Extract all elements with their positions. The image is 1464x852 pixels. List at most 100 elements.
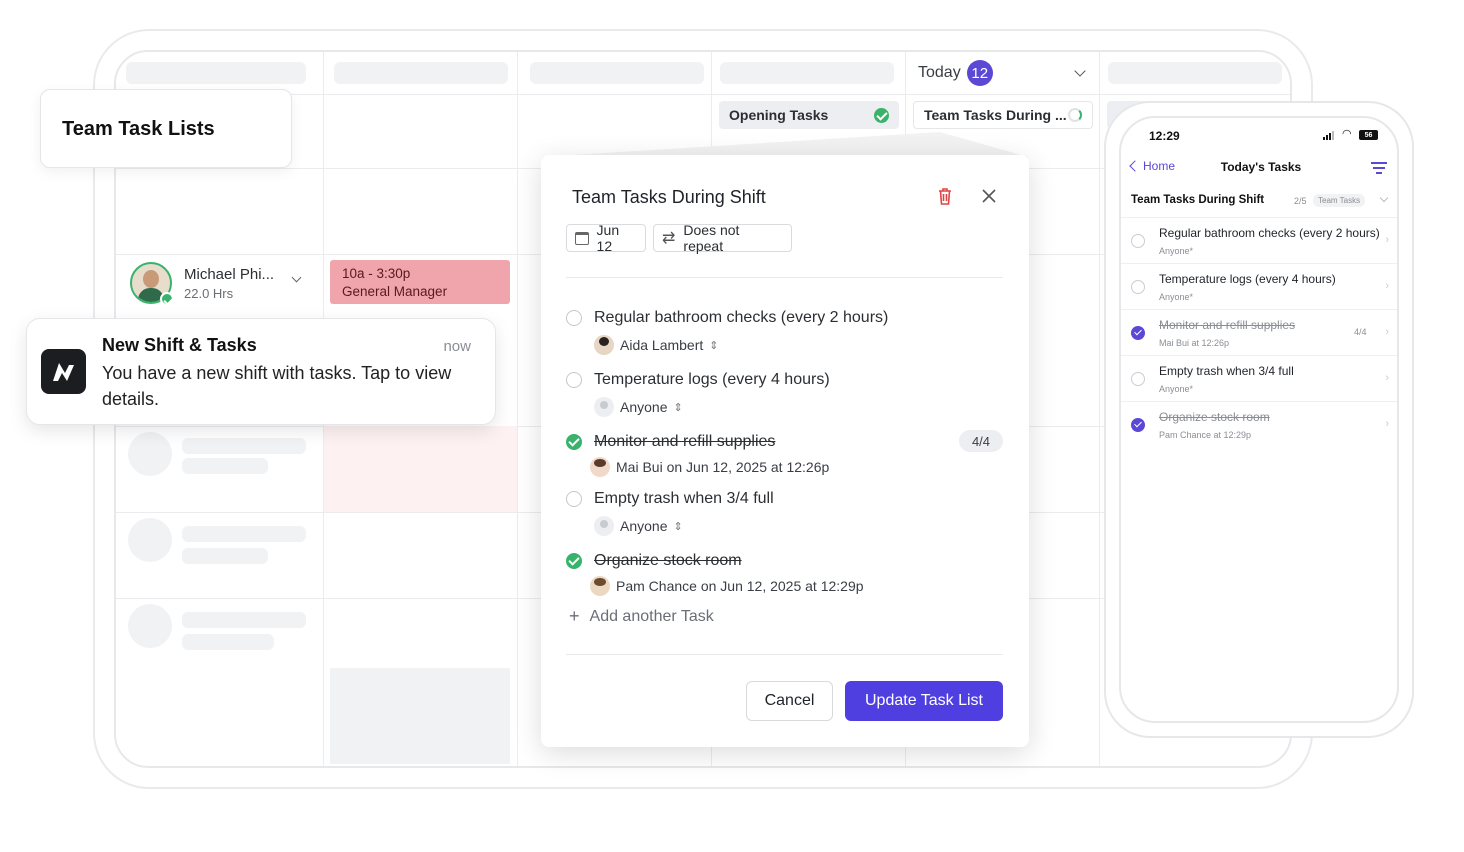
task-title: Organize stock room xyxy=(594,552,742,569)
task-sub: Anyone* xyxy=(1159,384,1194,394)
list-count: 2/5 xyxy=(1294,196,1307,206)
task-count-badge: 4/4 xyxy=(959,430,1003,452)
close-icon[interactable] xyxy=(981,188,997,204)
list-tag: Team Tasks xyxy=(1313,194,1366,207)
task-list-header[interactable]: Team Tasks During Shift 2/5 Team Tasks xyxy=(1121,184,1397,218)
task-sub: Anyone* xyxy=(1159,292,1194,302)
wifi-icon: ◠ xyxy=(1342,128,1352,140)
employee-name[interactable]: Michael Phi... xyxy=(184,266,274,283)
avatar xyxy=(594,335,614,355)
notification-body: You have a new shift with tasks. Tap to … xyxy=(102,363,452,409)
app-logo-icon xyxy=(41,349,86,394)
assignee-name: Anyone xyxy=(620,518,668,534)
task-checkbox[interactable] xyxy=(1131,372,1145,386)
task-assignee[interactable]: Aida Lambert ⇕ xyxy=(594,335,719,355)
task-item[interactable]: Organize stock room xyxy=(566,552,742,570)
modal-pointer xyxy=(540,132,1028,157)
opening-tasks-chip[interactable]: Opening Tasks xyxy=(719,101,899,129)
task-checkbox[interactable] xyxy=(566,491,582,507)
date-value: Jun 12 xyxy=(596,222,620,254)
progress-ring-icon xyxy=(1068,108,1082,122)
task-sub: Anyone* xyxy=(1159,246,1194,256)
phone-task-row[interactable]: Monitor and refill supplies Mai Bui at 1… xyxy=(1121,310,1397,356)
add-task-button[interactable]: + Add another Task xyxy=(569,606,714,627)
plus-icon: + xyxy=(569,606,580,626)
sort-icon: ⇕ xyxy=(673,401,683,414)
task-title: Temperature logs (every 4 hours) xyxy=(594,371,830,388)
battery-level: 56 xyxy=(1364,131,1373,139)
chevron-down-icon xyxy=(1379,193,1389,203)
avatar xyxy=(594,516,614,536)
task-checkbox[interactable] xyxy=(1131,280,1145,294)
repeat-pill[interactable]: ⇄ Does not repeat xyxy=(653,222,792,254)
task-item[interactable]: Regular bathroom checks (every 2 hours) xyxy=(566,309,888,327)
avatar xyxy=(590,457,610,477)
employee-hours: 22.0 Hrs xyxy=(184,286,234,301)
chevron-down-icon[interactable] xyxy=(291,272,302,283)
shift-highlight xyxy=(324,426,517,512)
notification-time: now xyxy=(443,338,471,355)
team-task-lists-title: Team Task Lists xyxy=(62,118,215,140)
phone-task-row[interactable]: Empty trash when 3/4 full Anyone* › xyxy=(1121,356,1397,402)
add-task-label: Add another Task xyxy=(589,607,714,625)
phone-time: 12:29 xyxy=(1149,129,1180,143)
chevron-right-icon: › xyxy=(1385,280,1389,292)
phone-task-row[interactable]: Temperature logs (every 4 hours) Anyone*… xyxy=(1121,264,1397,310)
phone-task-row[interactable]: Organize stock room Pam Chance at 12:29p… xyxy=(1121,402,1397,448)
repeat-icon: ⇄ xyxy=(662,230,676,247)
task-checkbox[interactable] xyxy=(566,310,582,326)
today-header[interactable]: Today 12 xyxy=(918,60,1090,86)
team-tasks-chip[interactable]: Team Tasks During ... xyxy=(913,101,1093,129)
chevron-right-icon: › xyxy=(1385,326,1389,338)
update-task-list-button[interactable]: Update Task List xyxy=(845,681,1003,721)
phone-title: Today's Tasks xyxy=(1220,160,1302,174)
list-title: Team Tasks During Shift xyxy=(1131,194,1265,206)
team-task-lists-card: Team Task Lists xyxy=(40,89,292,168)
task-item[interactable]: Temperature logs (every 4 hours) xyxy=(566,371,830,389)
avatar xyxy=(594,397,614,417)
repeat-value: Does not repeat xyxy=(683,222,740,254)
task-title: Temperature logs (every 4 hours) xyxy=(1159,272,1336,286)
task-title: Empty trash when 3/4 full xyxy=(1159,364,1294,378)
today-date-badge: 12 xyxy=(966,60,993,86)
task-checkbox[interactable] xyxy=(1131,326,1145,340)
task-assignee[interactable]: Anyone ⇕ xyxy=(594,516,683,536)
task-sub: Mai Bui at 12:26p xyxy=(1159,338,1230,348)
chevron-right-icon: › xyxy=(1385,372,1389,384)
chevron-right-icon: › xyxy=(1385,234,1389,246)
task-title: Regular bathroom checks (every 2 hours) xyxy=(1159,226,1380,240)
phone-task-row[interactable]: Regular bathroom checks (every 2 hours) … xyxy=(1121,218,1397,264)
task-checkbox[interactable] xyxy=(566,372,582,388)
task-checkbox[interactable] xyxy=(1131,418,1145,432)
shift-time: 10a - 3:30p xyxy=(342,266,411,281)
task-checkbox[interactable] xyxy=(566,553,582,569)
task-assignee[interactable]: Anyone ⇕ xyxy=(594,397,683,417)
assignee-name: Anyone xyxy=(620,399,668,415)
shift-block[interactable]: 10a - 3:30p General Manager xyxy=(330,260,510,304)
notification-card[interactable]: New Shift & Tasks now You have a new shi… xyxy=(26,318,496,425)
task-title: Empty trash when 3/4 full xyxy=(594,490,774,507)
cancel-button[interactable]: Cancel xyxy=(746,681,833,721)
task-title: Monitor and refill supplies xyxy=(594,433,776,450)
task-completed-by: Pam Chance on Jun 12, 2025 at 12:29p xyxy=(590,576,864,596)
delete-icon[interactable] xyxy=(937,187,953,205)
task-item[interactable]: Monitor and refill supplies xyxy=(566,433,775,451)
sort-icon: ⇕ xyxy=(673,520,683,533)
task-checkbox[interactable] xyxy=(566,434,582,450)
task-list-modal: Team Tasks During Shift Jun 12 ⇄ Does no… xyxy=(541,155,1029,747)
shift-role: General Manager xyxy=(342,284,448,299)
completed-by-text: Mai Bui on Jun 12, 2025 at 12:26p xyxy=(616,459,830,475)
task-item[interactable]: Empty trash when 3/4 full xyxy=(566,490,774,508)
sort-icon: ⇕ xyxy=(709,339,719,352)
calendar-icon xyxy=(575,231,589,245)
date-pill[interactable]: Jun 12 xyxy=(566,222,646,254)
battery-icon: 56 xyxy=(1359,130,1378,140)
filter-icon[interactable] xyxy=(1371,162,1387,174)
verified-icon xyxy=(160,292,174,306)
today-label: Today xyxy=(918,64,961,81)
team-tasks-label: Team Tasks During ... xyxy=(924,107,1067,123)
task-checkbox[interactable] xyxy=(1131,234,1145,248)
notification-title: New Shift & Tasks xyxy=(102,335,257,355)
check-circle-icon xyxy=(874,107,889,123)
task-title: Monitor and refill supplies xyxy=(1159,318,1296,332)
